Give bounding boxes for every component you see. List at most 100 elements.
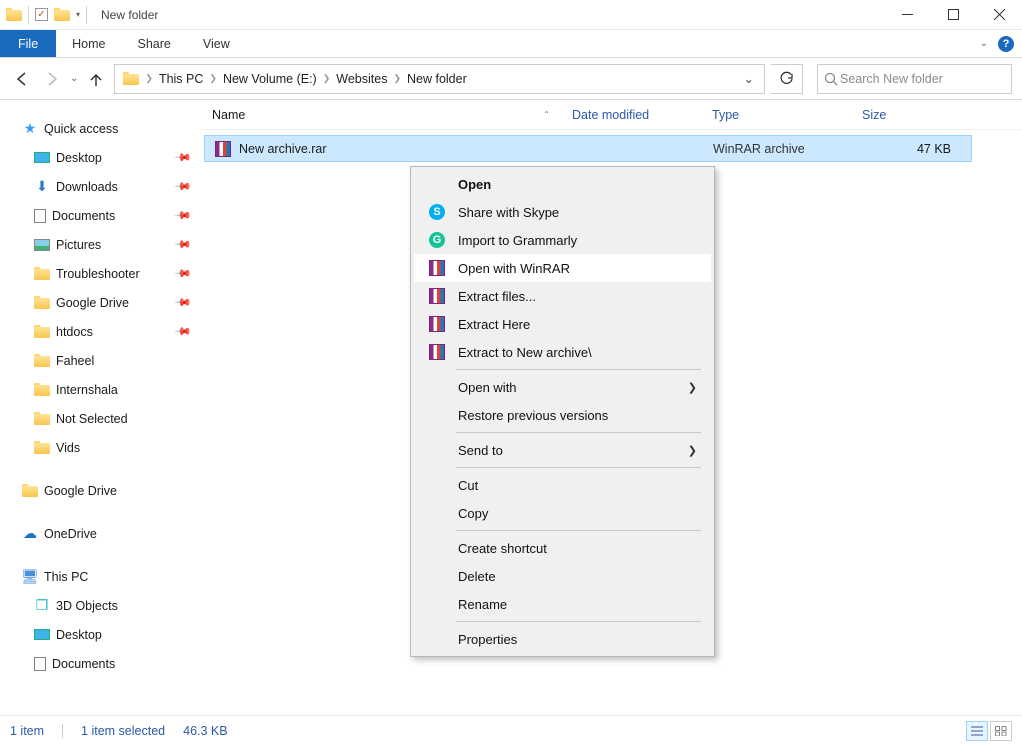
tree-item-label: Documents <box>52 209 115 223</box>
search-box[interactable] <box>817 64 1012 94</box>
ctx-share-skype[interactable]: SShare with Skype <box>414 198 711 226</box>
address-folder-icon <box>123 72 139 85</box>
ctx-cut[interactable]: Cut <box>414 471 711 499</box>
help-icon[interactable]: ? <box>998 36 1014 52</box>
chevron-right-icon[interactable]: ❯ <box>143 73 155 84</box>
ctx-rename[interactable]: Rename <box>414 590 711 618</box>
ctx-restore-versions[interactable]: Restore previous versions <box>414 401 711 429</box>
tree-this-pc[interactable]: 🖥 This PC <box>14 562 200 591</box>
ctx-open-with[interactable]: Open with❯ <box>414 373 711 401</box>
details-view-button[interactable] <box>966 721 988 741</box>
ctx-extract-to[interactable]: Extract to New archive\ <box>414 338 711 366</box>
tree-label: Quick access <box>44 122 118 136</box>
tree-item[interactable]: Documents📌 <box>14 201 200 230</box>
tree-item[interactable]: Vids <box>14 433 200 462</box>
pin-icon: 📌 <box>174 235 193 254</box>
ctx-open[interactable]: Open <box>414 170 711 198</box>
winrar-icon <box>429 288 445 304</box>
tree-quick-access[interactable]: ★ Quick access <box>14 114 200 143</box>
tree-label: OneDrive <box>44 527 97 541</box>
tree-item[interactable]: Not Selected <box>14 404 200 433</box>
up-button[interactable] <box>84 67 108 91</box>
breadcrumb-websites[interactable]: Websites <box>332 72 391 86</box>
search-input[interactable] <box>838 71 1005 87</box>
context-menu: Open SShare with Skype GImport to Gramma… <box>410 166 715 657</box>
thumbnails-view-button[interactable] <box>990 721 1012 741</box>
ctx-extract-files[interactable]: Extract files... <box>414 282 711 310</box>
tree-item[interactable]: ❒3D Objects <box>14 591 200 620</box>
pin-icon: 📌 <box>174 293 193 312</box>
tree-item[interactable]: Google Drive 📌 <box>14 288 200 317</box>
qat-separator <box>86 6 87 24</box>
ctx-create-shortcut[interactable]: Create shortcut <box>414 534 711 562</box>
maximize-button[interactable] <box>930 0 976 30</box>
column-date[interactable]: Date modified <box>560 108 700 122</box>
breadcrumb-this-pc[interactable]: This PC <box>155 72 207 86</box>
tree-item[interactable]: Troubleshooter📌 <box>14 259 200 288</box>
ribbon-tabs: File Home Share View ⌄ ? <box>0 30 1022 58</box>
file-tab[interactable]: File <box>0 30 56 57</box>
tree-label: Google Drive <box>44 484 117 498</box>
folder-icon <box>22 484 38 497</box>
tree-onedrive[interactable]: ☁ OneDrive <box>14 519 200 548</box>
ctx-open-with-winrar[interactable]: Open with WinRAR <box>414 254 711 282</box>
ribbon-expand-icon[interactable]: ⌄ <box>980 38 988 49</box>
ctx-properties[interactable]: Properties <box>414 625 711 653</box>
close-button[interactable] <box>976 0 1022 30</box>
chevron-right-icon[interactable]: ❯ <box>321 73 333 84</box>
chevron-right-icon[interactable]: ❯ <box>391 73 403 84</box>
picture-icon <box>34 239 50 251</box>
ctx-copy[interactable]: Copy <box>414 499 711 527</box>
window-title: New folder <box>101 8 158 22</box>
status-item-count: 1 item <box>10 724 44 738</box>
refresh-button[interactable] <box>771 64 803 94</box>
forward-button[interactable] <box>40 67 64 91</box>
minimize-button[interactable] <box>884 0 930 30</box>
qat-dropdown-icon[interactable]: ▾ <box>76 10 80 19</box>
tree-item[interactable]: Pictures📌 <box>14 230 200 259</box>
ctx-separator <box>456 432 701 433</box>
tree-item-label: Not Selected <box>56 412 128 426</box>
address-bar[interactable]: ❯ This PC ❯ New Volume (E:) ❯ Websites ❯… <box>114 64 765 94</box>
history-dropdown-icon[interactable]: ⌄ <box>70 73 78 84</box>
back-button[interactable] <box>10 67 34 91</box>
folder-icon <box>34 325 50 338</box>
ctx-separator <box>456 369 701 370</box>
column-headers: Name⌃ Date modified Type Size <box>200 100 1022 130</box>
tree-item[interactable]: Desktop <box>14 620 200 649</box>
ctx-delete[interactable]: Delete <box>414 562 711 590</box>
tree-item-label: Downloads <box>56 180 118 194</box>
new-folder-qat-icon[interactable] <box>54 8 70 21</box>
ctx-import-grammarly[interactable]: GImport to Grammarly <box>414 226 711 254</box>
tree-item[interactable]: Faheel <box>14 346 200 375</box>
column-size[interactable]: Size <box>850 108 1022 122</box>
file-row-selected[interactable]: New archive.rar WinRAR archive 47 KB <box>204 135 972 162</box>
tree-item[interactable]: Desktop📌 <box>14 143 200 172</box>
qat-separator <box>28 6 29 24</box>
address-history-icon[interactable]: ⌄ <box>738 71 760 86</box>
ctx-separator <box>456 621 701 622</box>
file-size: 47 KB <box>853 142 971 156</box>
breadcrumb-volume[interactable]: New Volume (E:) <box>219 72 321 86</box>
tab-home[interactable]: Home <box>56 30 121 57</box>
properties-qat-icon[interactable]: ✓ <box>35 8 48 21</box>
ctx-extract-here[interactable]: Extract Here <box>414 310 711 338</box>
tree-item-label: Google Drive <box>56 296 129 310</box>
tree-item[interactable]: ⬇Downloads📌 <box>14 172 200 201</box>
tree-item[interactable]: Internshala <box>14 375 200 404</box>
tree-google-drive[interactable]: Google Drive <box>14 476 200 505</box>
breadcrumb-newfolder[interactable]: New folder <box>403 72 471 86</box>
desktop-icon <box>34 629 50 640</box>
folder-icon <box>34 383 50 396</box>
navigation-tree: ★ Quick access Desktop📌⬇Downloads📌Docume… <box>0 100 200 715</box>
column-name[interactable]: Name⌃ <box>200 108 560 122</box>
chevron-right-icon[interactable]: ❯ <box>207 73 219 84</box>
column-type[interactable]: Type <box>700 108 850 122</box>
file-name: New archive.rar <box>239 142 327 156</box>
tab-view[interactable]: View <box>187 30 246 57</box>
ctx-send-to[interactable]: Send to❯ <box>414 436 711 464</box>
tree-item[interactable]: htdocs📌 <box>14 317 200 346</box>
tree-item[interactable]: Documents <box>14 649 200 678</box>
tab-share[interactable]: Share <box>122 30 187 57</box>
pin-icon: 📌 <box>174 148 193 167</box>
